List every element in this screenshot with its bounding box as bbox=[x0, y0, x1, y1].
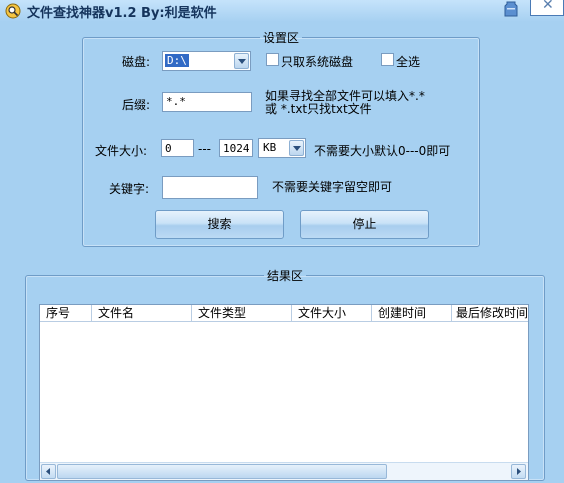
keyword-label: 关键字: bbox=[109, 182, 150, 196]
title-bar[interactable]: 文件查找神器v1.2 By:利是软件 ✕ bbox=[0, 0, 564, 22]
size-label: 文件大小: bbox=[95, 144, 148, 158]
column-header-filetype[interactable]: 文件类型 bbox=[192, 305, 292, 322]
column-header-created[interactable]: 创建时间 bbox=[372, 305, 452, 322]
search-button[interactable]: 搜索 bbox=[155, 210, 284, 239]
results-group: 结果区 序号 文件名 文件类型 文件大小 创建时间 最后修改时间 bbox=[25, 267, 545, 481]
minimize-icon[interactable] bbox=[498, 0, 524, 18]
select-all-checkbox[interactable] bbox=[381, 53, 394, 66]
disk-select-value: D:\ bbox=[165, 54, 189, 67]
disk-select[interactable]: D:\ bbox=[162, 51, 251, 71]
settings-legend: 设置区 bbox=[262, 31, 299, 45]
size-max-input[interactable]: 1024 bbox=[219, 139, 253, 157]
window-title: 文件查找神器v1.2 By:利是软件 bbox=[27, 6, 217, 21]
only-system-disk-label[interactable]: 只取系统磁盘 bbox=[281, 53, 353, 70]
size-separator: --- bbox=[198, 142, 211, 156]
only-system-disk-checkbox[interactable] bbox=[266, 53, 279, 66]
column-header-filesize[interactable]: 文件大小 bbox=[292, 305, 372, 322]
close-icon: ✕ bbox=[542, 0, 554, 13]
disk-label: 磁盘: bbox=[122, 55, 151, 69]
close-button[interactable]: ✕ bbox=[530, 0, 564, 16]
results-list[interactable]: 序号 文件名 文件类型 文件大小 创建时间 最后修改时间 bbox=[39, 304, 529, 481]
scroll-thumb[interactable] bbox=[57, 464, 387, 479]
suffix-input[interactable]: *.* bbox=[162, 92, 252, 112]
size-unit-select[interactable]: KB bbox=[258, 138, 306, 158]
arrow-left-icon bbox=[46, 468, 50, 475]
magnifier-file-icon bbox=[5, 3, 21, 19]
chevron-down-icon[interactable] bbox=[289, 140, 304, 156]
scroll-right-button[interactable] bbox=[511, 464, 526, 479]
size-min-input[interactable]: 0 bbox=[161, 139, 194, 157]
suffix-hint-line2: 或 *.txt只找txt文件 bbox=[265, 102, 372, 116]
size-hint: 不需要大小默认0---0即可 bbox=[314, 144, 451, 158]
size-unit-value: KB bbox=[263, 141, 277, 154]
keyword-hint: 不需要关键字留空即可 bbox=[272, 180, 393, 194]
stop-button[interactable]: 停止 bbox=[300, 210, 429, 239]
chevron-down-icon[interactable] bbox=[234, 53, 249, 69]
results-legend: 结果区 bbox=[266, 269, 303, 283]
app-window: 文件查找神器v1.2 By:利是软件 ✕ 设置区 磁盘: D:\ 只取系统磁盘 … bbox=[0, 0, 564, 483]
select-all-label[interactable]: 全选 bbox=[396, 53, 420, 70]
column-header-filename[interactable]: 文件名 bbox=[92, 305, 192, 322]
horizontal-scrollbar[interactable] bbox=[40, 462, 528, 480]
suffix-label: 后缀: bbox=[122, 98, 151, 112]
arrow-right-icon bbox=[517, 468, 521, 475]
results-header: 序号 文件名 文件类型 文件大小 创建时间 最后修改时间 bbox=[40, 305, 528, 323]
column-header-modified[interactable]: 最后修改时间 bbox=[452, 305, 528, 322]
scroll-left-button[interactable] bbox=[41, 464, 56, 479]
column-header-index[interactable]: 序号 bbox=[40, 305, 92, 322]
keyword-input[interactable] bbox=[162, 176, 258, 199]
